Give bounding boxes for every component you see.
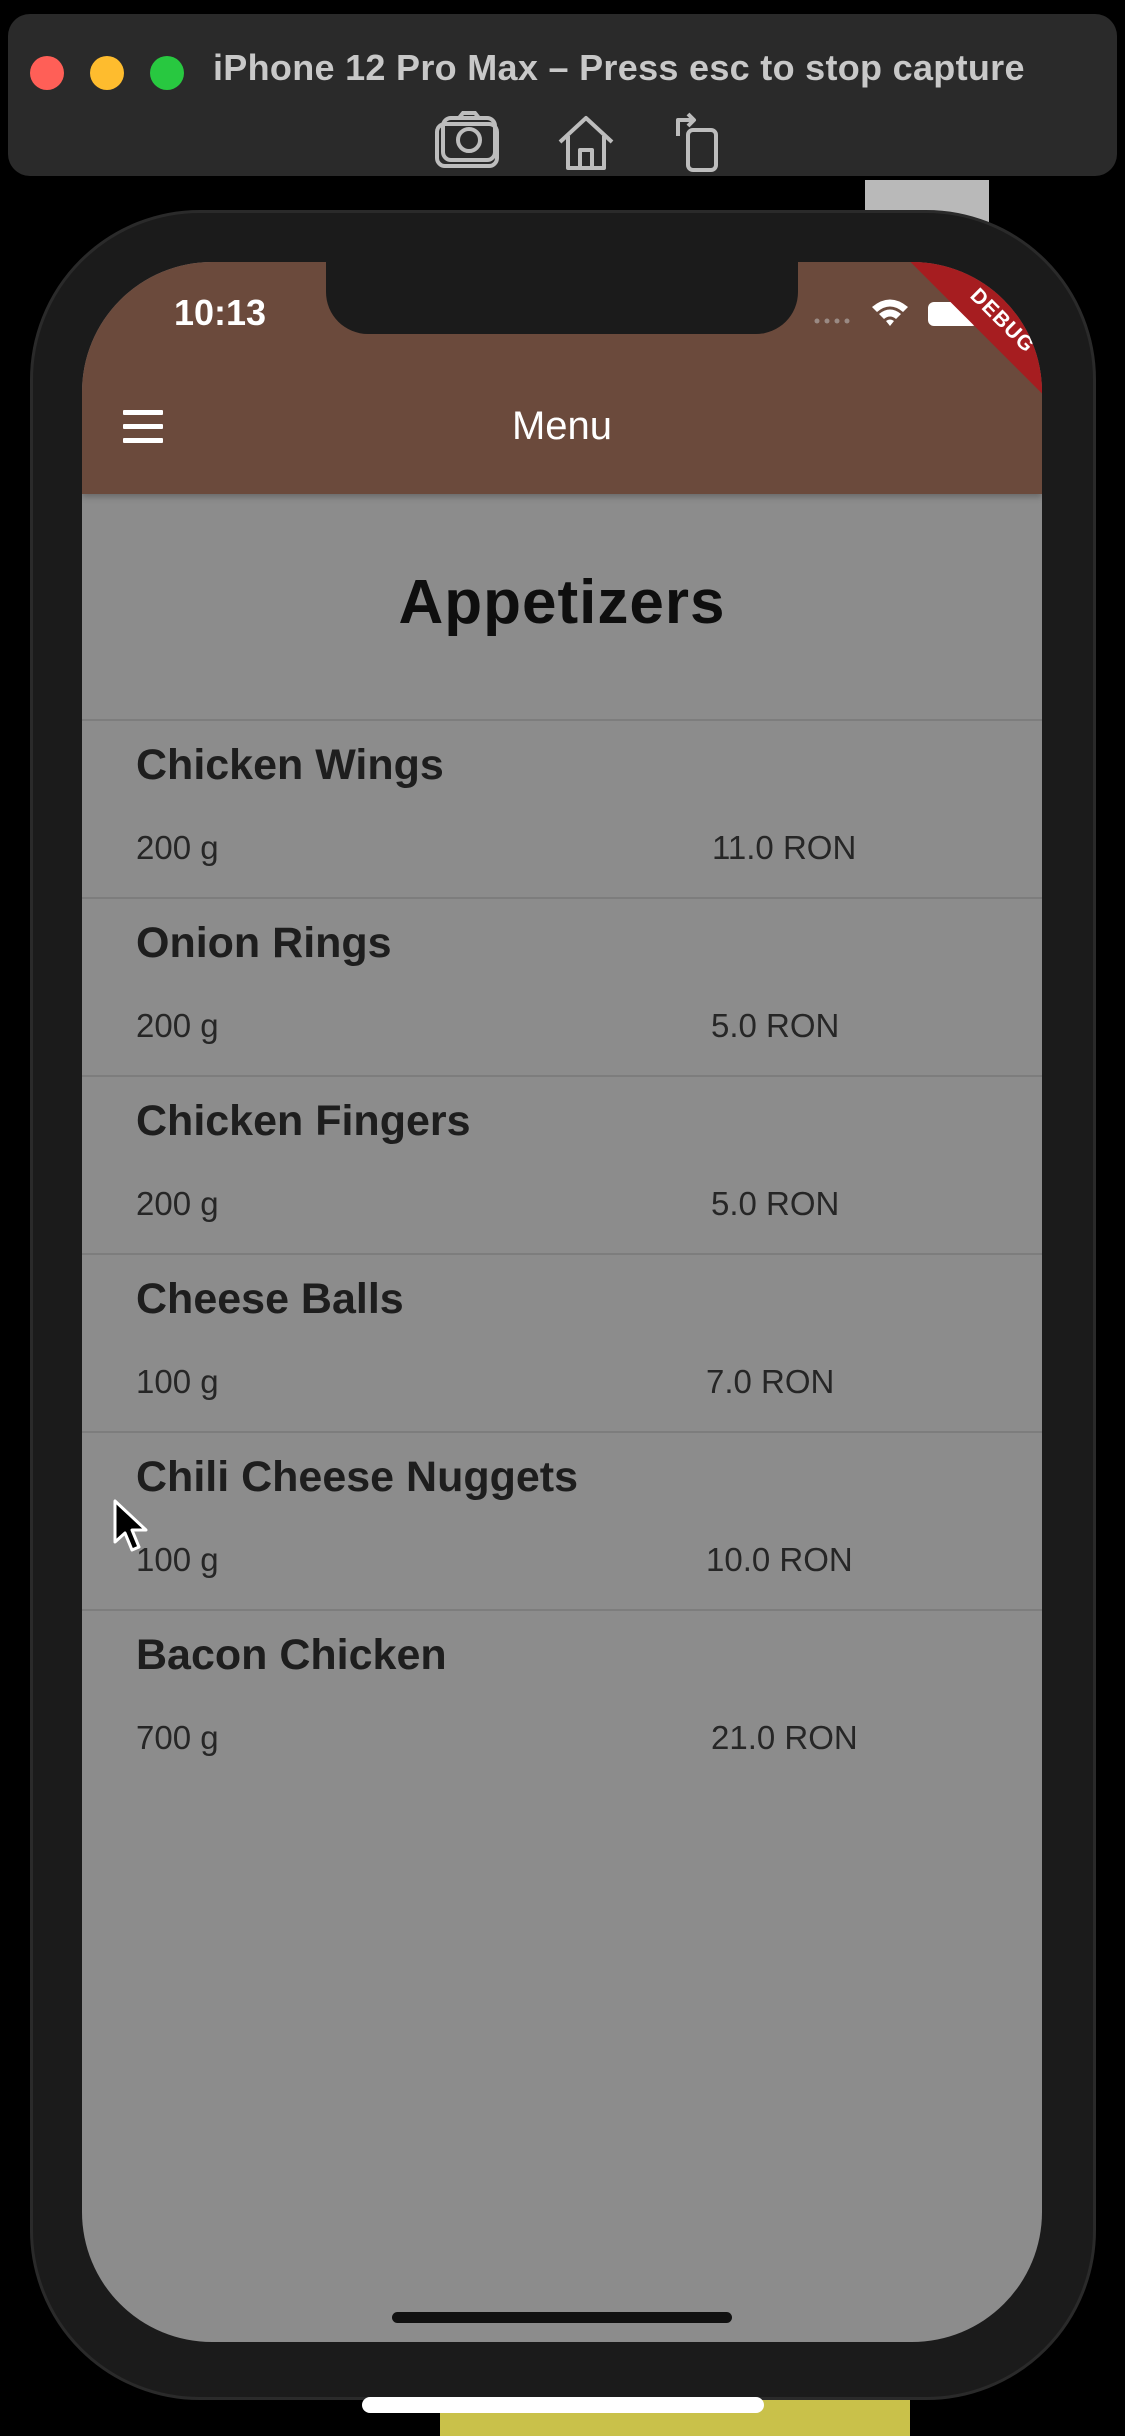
mouse-cursor-icon <box>113 1499 148 1552</box>
app-bar: 10:13 DEBUG Menu <box>82 262 1042 494</box>
item-weight: 700 g <box>136 1719 219 1756</box>
menu-item[interactable]: Chili Cheese Nuggets 100 g 10.0 RON <box>82 1431 1042 1609</box>
close-window-button[interactable] <box>30 56 64 90</box>
rotate-icon[interactable] <box>664 110 732 174</box>
cellular-signal-icon <box>814 318 850 324</box>
menu-item[interactable]: Cheese Balls 100 g 7.0 RON <box>82 1253 1042 1431</box>
item-weight: 100 g <box>136 1363 219 1400</box>
item-weight: 200 g <box>136 829 219 866</box>
screenshot-icon[interactable] <box>433 110 501 174</box>
item-price: 10.0 RON <box>706 1541 853 1578</box>
menu-item[interactable]: Chicken Wings 200 g 11.0 RON <box>82 719 1042 897</box>
wifi-icon <box>872 299 908 326</box>
item-weight: 200 g <box>136 1185 219 1222</box>
item-name: Bacon Chicken <box>136 1631 447 1679</box>
section-title: Appetizers <box>398 568 726 637</box>
capture-window-titlebar: iPhone 12 Pro Max – Press esc to stop ca… <box>8 14 1117 176</box>
host-home-indicator <box>362 2397 764 2413</box>
home-indicator[interactable] <box>392 2312 732 2323</box>
item-name: Chicken Fingers <box>136 1097 471 1145</box>
menu-item-list: Chicken Wings 200 g 11.0 RON Onion Rings… <box>82 719 1042 1787</box>
home-icon[interactable] <box>552 110 620 174</box>
item-name: Onion Rings <box>136 919 392 967</box>
appbar-title: Menu <box>511 404 613 448</box>
item-name: Cheese Balls <box>136 1275 404 1323</box>
debug-banner: DEBUG <box>900 262 1042 423</box>
phone-notch <box>326 262 798 334</box>
item-price: 5.0 RON <box>711 1185 840 1222</box>
item-name: Chili Cheese Nuggets <box>136 1453 579 1501</box>
menu-item[interactable]: Chicken Fingers 200 g 5.0 RON <box>82 1075 1042 1253</box>
item-price: 11.0 RON <box>712 829 857 866</box>
item-price: 5.0 RON <box>711 1007 840 1044</box>
item-name: Chicken Wings <box>136 741 444 789</box>
item-price: 21.0 RON <box>711 1719 858 1756</box>
item-price: 7.0 RON <box>706 1363 835 1400</box>
capture-window-title: iPhone 12 Pro Max – Press esc to stop ca… <box>213 47 1025 88</box>
zoom-window-button[interactable] <box>150 56 184 90</box>
status-time: 10:13 <box>174 292 267 333</box>
minimize-window-button[interactable] <box>90 56 124 90</box>
phone-screen: 10:13 DEBUG Menu Appetizers Chicken Wing… <box>82 262 1042 2342</box>
screen-capture-stage: iPhone 12 Pro Max – Press esc to stop ca… <box>0 0 1125 2436</box>
menu-item[interactable]: Bacon Chicken 700 g 21.0 RON <box>82 1609 1042 1787</box>
menu-item[interactable]: Onion Rings 200 g 5.0 RON <box>82 897 1042 1075</box>
item-weight: 200 g <box>136 1007 219 1044</box>
